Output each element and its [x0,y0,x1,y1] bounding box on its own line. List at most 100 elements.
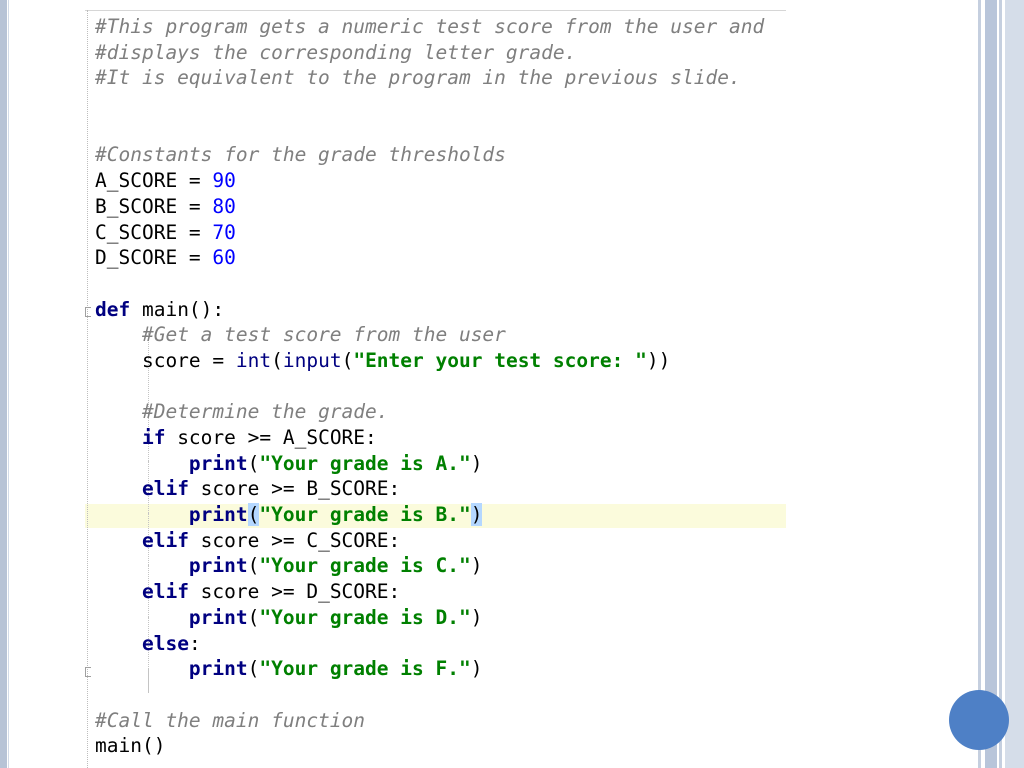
code-keyword: print [188,554,248,578]
code-line[interactable]: B_SCORE = 80 [95,194,764,220]
code-line[interactable] [95,117,764,143]
slide-right-rail [978,0,1024,768]
code-line[interactable]: main() [95,733,764,759]
editor-gutter [87,10,88,768]
code-string: "Enter your test score: " [353,348,647,372]
code-line[interactable] [95,271,764,297]
code-keyword: print [188,605,248,629]
code-line[interactable]: A_SCORE = 90 [95,168,764,194]
code-token: ) [470,605,483,629]
code-builtin: int [235,348,272,372]
code-token: ( [341,348,354,372]
bracket-match: ) [470,503,483,527]
code-line[interactable]: C_SCORE = 70 [95,220,764,246]
code-number: 80 [212,194,236,218]
code-comment: #Constants for the grade thresholds [95,143,506,167]
code-comment: #Determine the grade. [141,400,389,424]
code-line[interactable]: #This program gets a numeric test score … [95,14,764,40]
code-line[interactable]: print("Your grade is A.") [95,451,764,477]
code-line[interactable] [95,91,764,117]
code-token: ) [470,451,483,475]
code-keyword: elif [141,477,189,501]
code-line[interactable]: print("Your grade is C.") [95,553,764,579]
rail-stripe [978,0,981,768]
slide-decoration-dot [949,690,1009,750]
code-line[interactable]: #It is equivalent to the program in the … [95,65,764,91]
code-keyword: print [188,451,248,475]
code-line[interactable]: else: [95,631,764,657]
code-line[interactable]: D_SCORE = 60 [95,245,764,271]
code-token: score >= B_SCORE: [188,477,401,501]
slide-left-bar [0,0,7,768]
code-string: "Your grade is C." [259,554,471,578]
code-string: "Your grade is B." [259,503,471,527]
code-token: score >= A_SCORE: [165,426,377,449]
code-keyword: print [188,657,248,681]
code-token: score >= C_SCORE: [188,528,401,552]
code-comment: #Get a test score from the user [141,323,506,347]
code-line[interactable]: if score >= A_SCORE: [95,425,764,451]
code-token: D_SCORE = [95,246,213,270]
code-token: ) [470,657,483,681]
slide-left-rule [8,0,9,768]
code-line[interactable] [95,682,764,708]
code-comment: #This program gets a numeric test score … [95,15,765,38]
code-token: score >= D_SCORE: [188,580,401,604]
code-token: main() [95,734,166,758]
code-line[interactable]: print("Your grade is F.") [95,656,764,682]
code-keyword: if [141,426,166,449]
code-line[interactable]: #Constants for the grade thresholds [95,142,764,168]
code-editor[interactable]: #This program gets a numeric test score … [85,10,786,768]
code-builtin: input [282,348,342,372]
code-number: 60 [212,246,236,270]
code-line[interactable]: print("Your grade is B.") [95,502,764,528]
code-line[interactable]: def main(): [95,297,764,323]
code-line[interactable]: #Determine the grade. [95,399,764,425]
code-comment: #Call the main function [95,708,366,732]
code-keyword: print [188,503,248,527]
code-line[interactable]: elif score >= B_SCORE: [95,476,764,502]
code-number: 90 [212,169,236,193]
code-line[interactable]: print("Your grade is D.") [95,605,764,631]
code-number: 70 [212,220,236,244]
code-token: ) [470,554,483,578]
code-line[interactable]: #displays the corresponding letter grade… [95,40,764,66]
rail-stripe [999,0,1002,768]
code-comment: #It is equivalent to the program in the … [95,66,741,90]
code-token: )) [646,348,671,372]
editor-top-border [85,10,786,11]
code-keyword: elif [141,528,189,552]
code-token: B_SCORE = [95,194,213,218]
code-line[interactable]: elif score >= C_SCORE: [95,528,764,554]
code-token: C_SCORE = [95,220,213,244]
code-line[interactable]: score = int(input("Enter your test score… [95,348,764,374]
code-keyword: else [141,631,189,655]
code-line[interactable]: #Call the main function [95,708,764,734]
rail-stripe [1005,0,1024,768]
code-token: score = [95,348,236,372]
code-keyword: elif [141,580,189,604]
fold-marker[interactable] [85,307,91,317]
code-text[interactable]: #This program gets a numeric test score … [95,14,764,759]
code-token: : [188,631,201,655]
code-line[interactable] [95,374,764,400]
code-string: "Your grade is D." [259,605,471,629]
code-keyword: def [95,297,131,321]
code-token: ( [271,348,283,372]
code-token: main(): [130,297,225,321]
code-line[interactable]: elif score >= D_SCORE: [95,579,764,605]
code-token: ( [247,554,260,578]
code-line[interactable]: #Get a test score from the user [95,322,764,348]
fold-end-marker[interactable] [85,667,91,677]
